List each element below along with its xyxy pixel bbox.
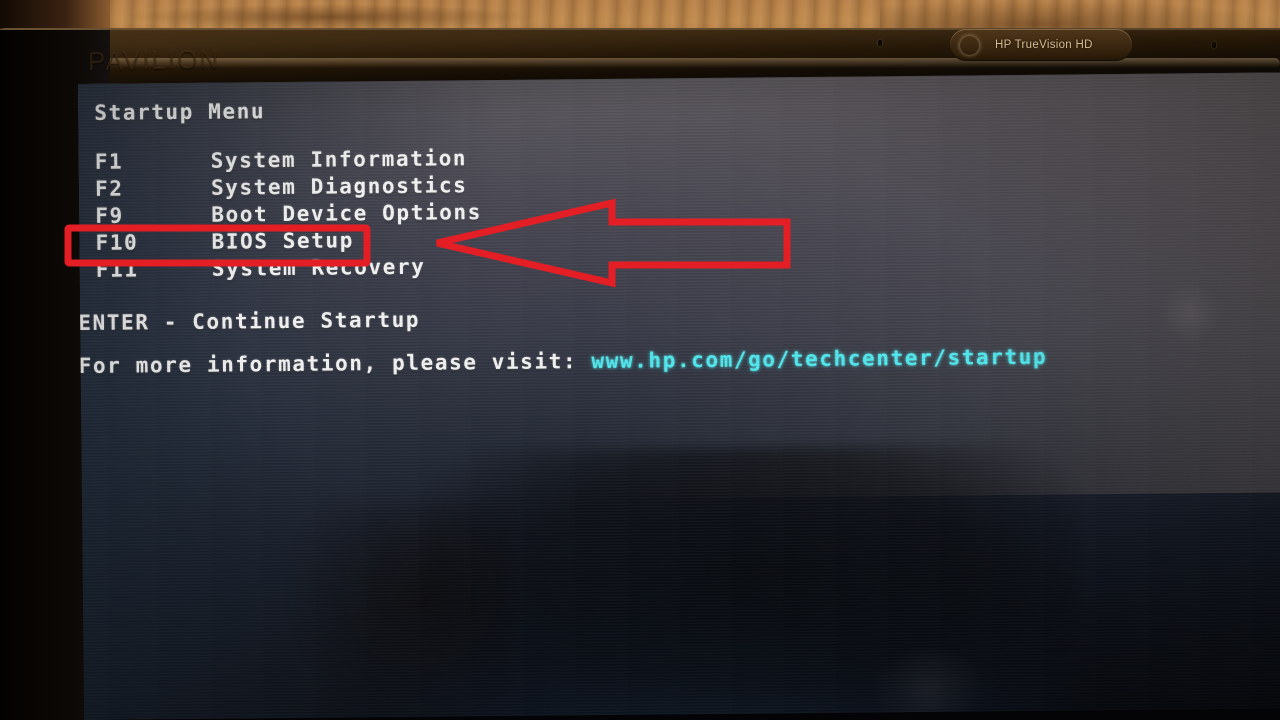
menu-item-f9-key: F9 (95, 203, 124, 228)
menu-item-f11-label: System Recovery (211, 254, 426, 281)
laptop-brand-text: PAVILION (87, 43, 221, 77)
menu-item-f1[interactable]: F1 System Information (95, 146, 482, 177)
page-title: Startup Menu (94, 99, 266, 125)
more-information-line: For more information, please visit: www.… (79, 345, 1048, 378)
camera-lens-icon (960, 36, 979, 55)
menu-item-f9-label: Boot Device Options (211, 200, 482, 227)
support-url[interactable]: www.hp.com/go/techcenter/startup (591, 345, 1047, 373)
microphone-hole-left (878, 40, 882, 46)
table-grain-patch-left (120, 4, 540, 30)
menu-item-f1-label: System Information (210, 146, 468, 173)
menu-item-f11[interactable]: F11 System Recovery (96, 254, 483, 285)
microphone-hole-right (1212, 42, 1216, 48)
startup-menu-list: F1 System Information F2 System Diagnost… (95, 146, 483, 285)
more-information-prefix: For more information, please visit: (78, 349, 592, 379)
menu-item-f11-key: F11 (95, 257, 139, 282)
menu-item-f1-key: F1 (94, 149, 124, 174)
webcam-module: HP TrueVision HD (950, 29, 1132, 61)
menu-item-f9[interactable]: F9 Boot Device Options (95, 200, 482, 231)
bios-startup-menu: Startup Menu F1 System Information F2 Sy… (78, 72, 1280, 720)
photo-of-laptop-bios-screen: PAVILION HP TrueVision HD Startup Menu F… (0, 0, 1280, 720)
webcam-label: HP TrueVision HD (995, 39, 1093, 51)
menu-item-f10-key: F10 (95, 230, 139, 255)
menu-item-f10-label: BIOS Setup (211, 228, 355, 254)
menu-item-f10[interactable]: F10 BIOS Setup (95, 227, 482, 258)
lcd-screen: Startup Menu F1 System Information F2 Sy… (78, 72, 1280, 720)
menu-item-f2-key: F2 (94, 176, 124, 201)
menu-item-f2-label: System Diagnostics (210, 173, 468, 200)
enter-continue-hint: ENTER - Continue Startup (78, 307, 421, 336)
menu-item-f2[interactable]: F2 System Diagnostics (95, 173, 482, 204)
